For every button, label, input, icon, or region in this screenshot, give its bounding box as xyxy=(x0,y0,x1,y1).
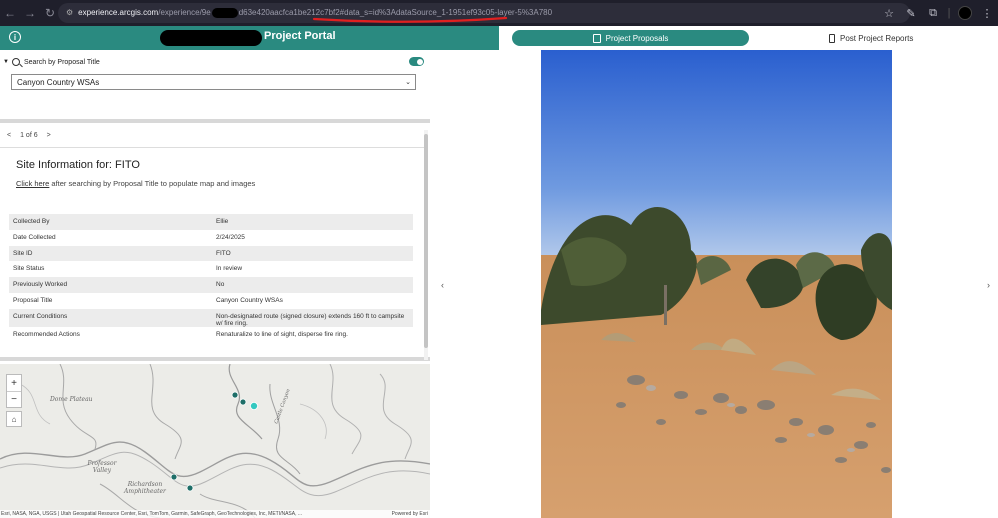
eyedropper-icon[interactable]: ✎ xyxy=(900,0,922,26)
report-icon xyxy=(829,33,835,43)
instruction-rest: after searching by Proposal Title to pop… xyxy=(49,179,256,188)
instruction-text: Click here after searching by Proposal T… xyxy=(16,179,255,188)
table-cell-value: Renaturalize to line of sight, disperse … xyxy=(216,330,348,338)
table-cell-key: Site ID xyxy=(9,245,212,262)
map-label-dome-plateau: Dome Plateau xyxy=(50,396,93,403)
profile-avatar[interactable] xyxy=(954,0,976,26)
info-icon[interactable]: i xyxy=(9,31,21,43)
browser-toolbar: ← → ↻ ⚙ experience.arcgis.com/experience/… xyxy=(0,0,998,26)
tab-bar: Project Proposals Post Project Reports xyxy=(499,26,998,50)
table-row: Date Collected 2/24/2025 xyxy=(9,230,413,246)
table-cell-key: Recommended Actions xyxy=(13,330,80,338)
search-icon xyxy=(11,58,20,66)
menu-icon[interactable]: ⋮ xyxy=(976,0,998,26)
collapse-caret-icon[interactable]: ▼ xyxy=(3,59,9,65)
select-value: Canyon Country WSAs xyxy=(17,77,100,87)
pager: < 1 of 6 > xyxy=(7,132,60,139)
site-info-table: Collected By Ellie Date Collected 2/24/2025… xyxy=(9,214,413,343)
redaction-block xyxy=(211,8,238,18)
tab-post-project-reports[interactable]: Post Project Reports xyxy=(829,30,913,46)
search-toggle[interactable] xyxy=(409,57,424,66)
red-underline-annotation xyxy=(312,16,508,23)
redaction-block xyxy=(160,30,262,46)
record-position: 1 of 6 xyxy=(20,132,38,139)
click-here-link[interactable]: Click here xyxy=(16,179,49,188)
table-cell-value: In review xyxy=(216,265,243,273)
table-cell-value: Non-designated route (signed closure) ex… xyxy=(212,308,413,327)
table-row: Site Status In review xyxy=(9,261,413,277)
tab-label: Project Proposals xyxy=(605,33,669,43)
forward-icon[interactable]: → xyxy=(20,0,40,26)
table-cell-key: Date Collected xyxy=(13,233,56,241)
table-row: Proposal Title Canyon Country WSAs xyxy=(9,293,413,309)
chevron-down-icon: ⌄ xyxy=(405,79,411,86)
table-row: Previously Worked No xyxy=(9,277,413,293)
app-header: i Project Portal xyxy=(0,26,499,50)
site-marker[interactable] xyxy=(239,398,247,406)
previous-image-button[interactable]: ‹ xyxy=(441,280,444,290)
zoom-in-button[interactable]: + xyxy=(7,375,21,391)
search-widget: ▼ Search by Proposal Title Canyon Countr… xyxy=(0,50,430,123)
prev-record-button[interactable]: < xyxy=(7,132,11,139)
search-label: Search by Proposal Title xyxy=(23,58,100,66)
map-basemap xyxy=(0,364,430,518)
table-cell-value: Ellie xyxy=(212,214,413,230)
home-icon[interactable]: ⌂ xyxy=(6,411,22,427)
table-row: Current Conditions Non-designated route (… xyxy=(9,308,413,327)
document-icon xyxy=(592,33,601,43)
table-cell-value: FITO xyxy=(212,245,413,262)
table-cell-key: Proposal Title xyxy=(13,296,53,304)
table-cell-key: Previously Worked xyxy=(9,277,212,293)
table-cell-value: No xyxy=(212,277,413,293)
zoom-control: + − xyxy=(6,374,22,408)
powered-by-esri[interactable]: Powered by Esri xyxy=(391,510,428,518)
table-row: Site ID FITO xyxy=(9,245,413,262)
separator: | xyxy=(947,7,951,19)
site-detail-panel: < 1 of 6 > Site Information for: FITO Cl… xyxy=(0,128,430,361)
url-path: /experience/9e xyxy=(158,8,211,18)
site-marker[interactable] xyxy=(170,473,178,481)
table-row: Collected By Ellie xyxy=(9,214,413,230)
extensions-icon[interactable]: ⧉ xyxy=(922,0,944,26)
table-row: Recommended Actions Renaturalize to line … xyxy=(9,327,413,343)
url-host: experience.arcgis.com xyxy=(78,8,159,18)
proposal-title-select[interactable]: Canyon Country WSAs ⌄ xyxy=(11,74,416,90)
next-record-button[interactable]: > xyxy=(47,132,51,139)
selected-site-marker[interactable] xyxy=(249,402,258,411)
site-photo-image xyxy=(541,50,892,518)
table-cell-value: Canyon Country WSAs xyxy=(216,296,283,304)
table-cell-key: Site Status xyxy=(13,265,45,273)
site-info-icon[interactable]: ⚙ xyxy=(66,8,73,17)
site-photo xyxy=(541,50,892,518)
reload-icon[interactable]: ↻ xyxy=(40,0,60,26)
table-cell-key: Current Conditions xyxy=(9,308,212,327)
map-view[interactable]: Dome Plateau Professor Valley Richardson… xyxy=(0,364,430,518)
divider xyxy=(0,147,424,148)
map-label-professor-valley: Professor Valley xyxy=(87,460,117,474)
zoom-out-button[interactable]: − xyxy=(7,391,21,407)
tab-project-proposals[interactable]: Project Proposals xyxy=(512,30,749,46)
table-cell-value: 2/24/2025 xyxy=(216,233,245,241)
next-image-button[interactable]: › xyxy=(987,280,990,290)
map-attribution: Esri, NASA, NGA, USGS | Utah Geospatial … xyxy=(0,510,430,518)
left-panel: ▼ Search by Proposal Title Canyon Countr… xyxy=(0,50,430,518)
back-icon[interactable]: ← xyxy=(0,0,20,26)
site-marker[interactable] xyxy=(231,391,239,399)
page-title: Project Portal xyxy=(264,30,336,42)
map-label-richardson-amphitheater: Richardson Amphitheater xyxy=(124,481,166,495)
star-icon[interactable]: ☆ xyxy=(878,0,900,26)
site-marker[interactable] xyxy=(186,484,194,492)
tab-label: Post Project Reports xyxy=(840,33,914,43)
table-cell-key: Collected By xyxy=(9,214,212,230)
site-heading: Site Information for: FITO xyxy=(16,159,140,171)
scrollbar-thumb[interactable] xyxy=(424,134,428,348)
